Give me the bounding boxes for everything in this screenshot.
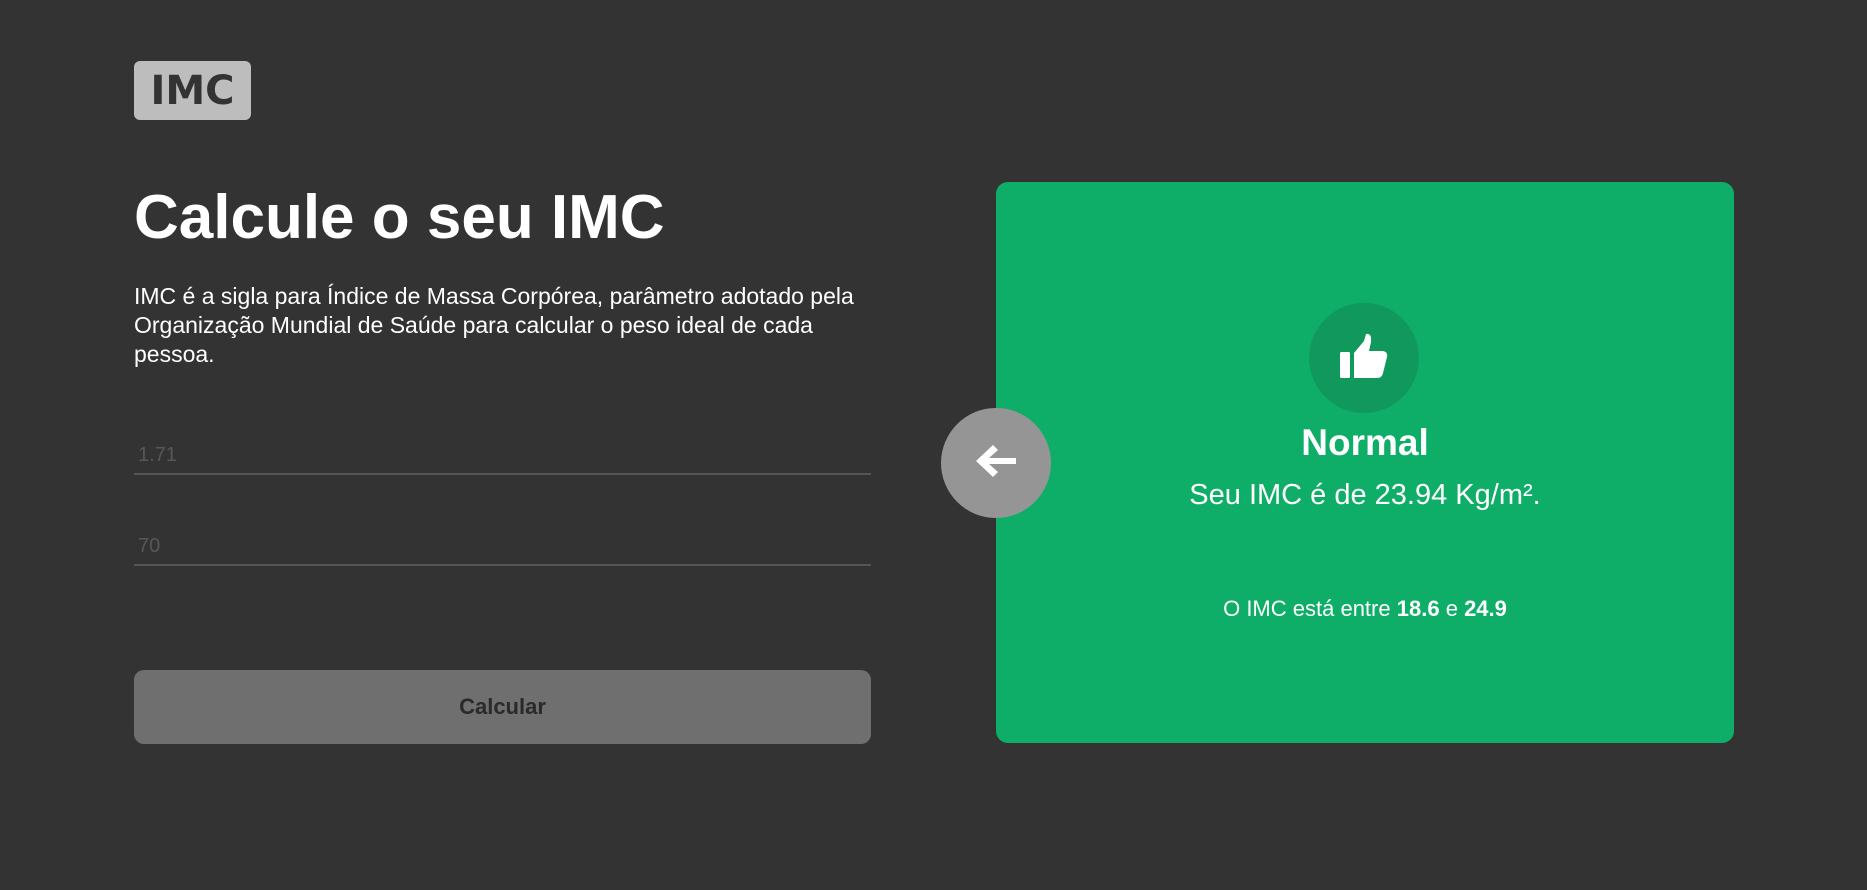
result-icon-badge [1309,303,1419,413]
range-min: 18.6 [1396,596,1440,621]
back-button[interactable] [941,408,1051,518]
result-card: Normal Seu IMC é de 23.94 Kg/m². O IMC e… [996,182,1734,743]
calculate-button[interactable]: Calcular [134,670,871,744]
result-status: Normal [1301,422,1429,463]
result-range: O IMC está entre 18.6 e 24.9 [996,596,1734,622]
result-value: Seu IMC é de 23.94 Kg/m². [1189,479,1541,511]
app-logo: IMC [134,61,251,120]
height-input[interactable] [134,437,871,475]
weight-input[interactable] [134,528,871,566]
range-max: 24.9 [1464,596,1507,621]
arrow-left-icon [973,442,1019,485]
range-prefix: O IMC está entre [1223,596,1391,621]
range-joiner: e [1445,596,1458,621]
page-title: Calcule o seu IMC [134,183,665,252]
thumbs-up-icon [1339,333,1389,384]
page-description: IMC é a sigla para Índice de Massa Corpó… [134,283,854,367]
calculator-panel: Calcule o seu IMC IMC é a sigla para Índ… [134,180,871,744]
